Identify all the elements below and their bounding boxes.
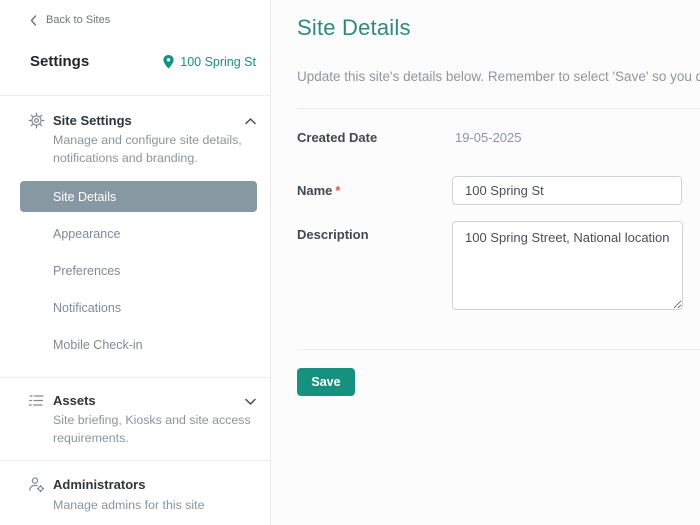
content-divider [297,349,700,350]
description-label: Description [297,227,369,242]
sidebar-divider [0,377,271,378]
sidebar-item-preferences[interactable]: Preferences [53,264,120,280]
back-link-label: Back to Sites [46,14,110,26]
sidebar-divider [0,95,271,96]
page-title: Site Details [297,15,411,41]
site-location-badge[interactable]: 100 Spring St [163,55,256,69]
back-to-sites-link[interactable]: Back to Sites [30,14,110,26]
site-badge-label: 100 Spring St [180,55,256,69]
chevron-up-icon[interactable] [244,115,257,128]
sidebar-item-mobile-check-in[interactable]: Mobile Check-in [53,338,143,354]
gear-icon [28,112,45,129]
created-date-value: 19-05-2025 [455,130,522,145]
section-desc-assets: Site briefing, Kiosks and site access re… [53,411,256,447]
section-title-site-settings: Site Settings [53,113,132,128]
name-input[interactable] [452,176,682,205]
required-asterisk: * [335,183,340,198]
chevron-down-icon[interactable] [244,395,257,408]
content-divider [297,108,700,109]
site-details-panel: Site Details Update this site's details … [272,0,700,525]
admin-user-icon [28,476,45,493]
sidebar-item-appearance[interactable]: Appearance [53,227,120,243]
settings-sidebar: Back to Sites Settings 100 Spring St Sit… [0,0,271,525]
sidebar-item-site-details[interactable]: Site Details [20,181,257,212]
section-desc-site-settings: Manage and configure site details, notif… [53,131,256,167]
page-subtitle: Update this site's details below. Rememb… [297,69,700,84]
save-button[interactable]: Save [297,368,355,396]
location-pin-icon [163,55,174,69]
chevron-left-icon [30,15,37,26]
created-date-label: Created Date [297,130,377,145]
sidebar-item-notifications[interactable]: Notifications [53,301,121,317]
list-icon [28,392,45,409]
section-desc-administrators: Manage admins for this site [53,496,256,514]
name-label: Name* [297,183,340,198]
settings-heading: Settings [30,53,89,70]
sidebar-divider [0,460,271,461]
section-title-administrators: Administrators [53,477,145,492]
section-title-assets: Assets [53,393,96,408]
description-textarea[interactable]: 100 Spring Street, National location [452,221,683,310]
